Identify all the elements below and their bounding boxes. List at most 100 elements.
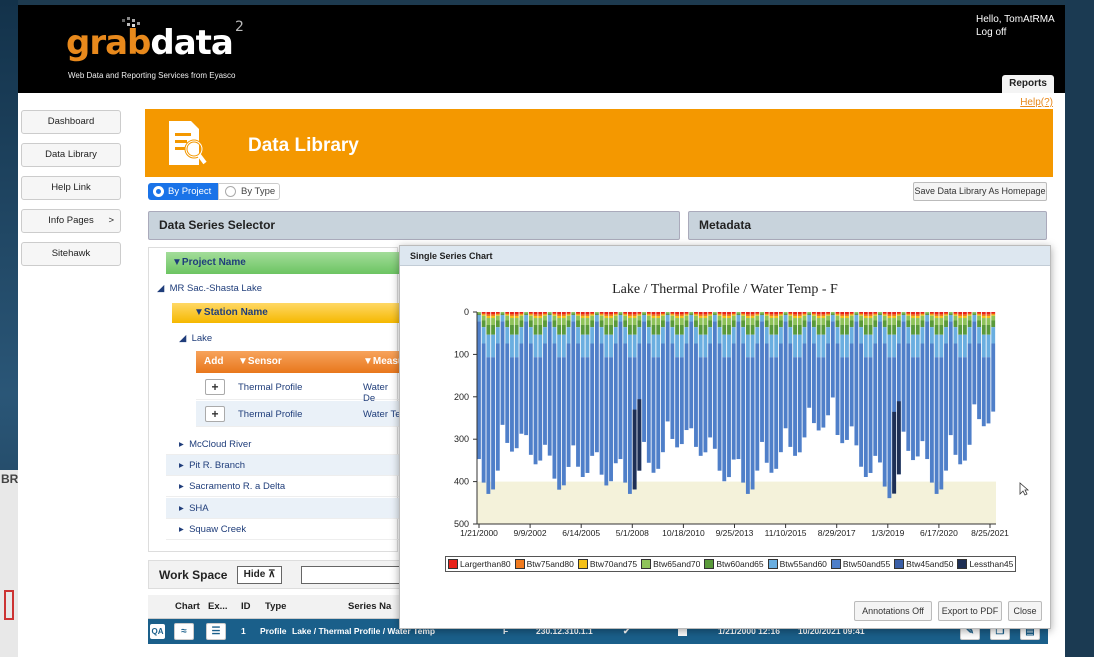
workspace-name-input[interactable]: [301, 566, 411, 584]
profile-layer: [679, 324, 684, 335]
filter-icon[interactable]: ▼: [363, 356, 373, 367]
profile-layer: [528, 315, 533, 321]
profile-layer: [778, 314, 783, 316]
profile-layer: [670, 327, 675, 344]
profile-layer: [670, 315, 675, 321]
profile-layer: [694, 313, 698, 315]
by-project-radio[interactable]: By Project: [148, 183, 218, 200]
reports-tab[interactable]: Reports: [1002, 75, 1054, 93]
hide-workspace-button[interactable]: Hide ⊼: [237, 566, 282, 584]
project-name-column-header[interactable]: ▼Project Name: [166, 252, 401, 274]
annotations-off-button[interactable]: Annotations Off: [854, 601, 932, 621]
legend-label: Btw65and70: [653, 559, 701, 569]
station-row[interactable]: ▸ Pit R. Branch: [166, 455, 401, 476]
add-series-button[interactable]: +: [205, 379, 225, 395]
filter-icon[interactable]: ▼: [172, 257, 182, 268]
profile-layer: [576, 320, 580, 328]
station-row[interactable]: ▸ McCloud River: [166, 434, 401, 455]
profile-layer: [576, 327, 580, 344]
thermal-profile-chart: 01002003004005001/21/2000 9/9/2002 6/14/20…: [454, 307, 1009, 538]
add-series-button[interactable]: +: [205, 406, 225, 422]
profile-layer: [486, 318, 491, 325]
profile-layer: [845, 324, 849, 335]
qa-badge[interactable]: QA: [150, 624, 165, 639]
profile-layer: [571, 321, 576, 446]
profile-layer: [557, 314, 562, 317]
profile-layer: [981, 314, 986, 317]
profile-layer: [491, 334, 496, 358]
sidebar-item-dashboard[interactable]: Dashboard: [21, 110, 121, 134]
list-icon[interactable]: ☰: [206, 623, 226, 640]
profile-layer: [519, 320, 524, 328]
profile-layer: [514, 316, 519, 319]
grabdata-logo[interactable]: grabdata 2: [66, 19, 244, 63]
profile-layer: [873, 327, 878, 344]
id-column-header[interactable]: ID: [241, 601, 251, 612]
logoff-link[interactable]: Log off: [976, 26, 1055, 39]
station-row[interactable]: ▸ SHA: [166, 498, 401, 519]
series-name-column-header[interactable]: Series Na: [348, 601, 391, 612]
profile-layer: [533, 324, 538, 335]
profile-layer: [835, 314, 840, 316]
legend-item[interactable]: Btw45and50: [892, 557, 955, 571]
profile-layer: [571, 313, 576, 315]
profile-layer: [599, 343, 604, 475]
profile-layer: [609, 357, 613, 482]
export-column-header[interactable]: Ex...: [208, 601, 228, 612]
chart-icon[interactable]: ≈: [174, 623, 194, 640]
profile-layer: [491, 314, 496, 317]
filter-icon[interactable]: ▼: [194, 307, 204, 318]
legend-item[interactable]: Btw75and80: [513, 557, 576, 571]
export-pdf-button[interactable]: Export to PDF: [938, 601, 1002, 621]
station-row-lake[interactable]: ◢ Lake: [179, 333, 212, 344]
legend-item[interactable]: Btw65and70: [639, 557, 702, 571]
legend-item[interactable]: Lessthan45: [955, 557, 1015, 571]
profile-layer: [750, 316, 755, 319]
station-row[interactable]: ▸ Squaw Creek: [166, 519, 401, 540]
profile-layer: [576, 313, 580, 315]
legend-item[interactable]: Btw60and65: [702, 557, 765, 571]
profile-layer: [882, 320, 887, 328]
sidebar-item-data-library[interactable]: Data Library: [21, 143, 121, 167]
measure-column-header[interactable]: ▼Measu: [363, 351, 404, 373]
profile-layer: [557, 316, 562, 319]
sensor-column-header[interactable]: ▼Sensor: [238, 351, 282, 373]
profile-layer: [816, 318, 821, 325]
profile-layer: [797, 318, 802, 325]
profile-layer: [495, 327, 500, 344]
legend-item[interactable]: Btw55and60: [766, 557, 829, 571]
station-row[interactable]: ▸ Sacramento R. a Delta: [166, 476, 401, 497]
profile-layer: [557, 312, 562, 315]
profile-layer: [505, 315, 510, 321]
project-row[interactable]: ◢ MR Sac.-Shasta Lake: [157, 283, 262, 294]
profile-layer: [906, 313, 911, 315]
profile-layer: [712, 313, 717, 315]
profile-layer: [849, 320, 854, 328]
station-name-column-header[interactable]: ▼Station Name: [172, 303, 402, 323]
profile-layer: [533, 314, 538, 317]
legend-item[interactable]: Btw70and75: [576, 557, 639, 571]
chart-column-header[interactable]: Chart: [175, 601, 200, 612]
legend-item[interactable]: Largerthan80: [446, 557, 513, 571]
profile-layer: [764, 343, 769, 463]
profile-layer: [920, 312, 925, 314]
collapse-icon[interactable]: ◢: [157, 283, 164, 294]
save-as-homepage-button[interactable]: Save Data Library As Homepage: [913, 182, 1047, 201]
profile-layer: [675, 312, 680, 315]
sensor-name: Thermal Profile: [238, 409, 303, 420]
close-button[interactable]: Close: [1008, 601, 1042, 621]
collapse-icon[interactable]: ◢: [179, 333, 186, 344]
by-type-radio[interactable]: By Type: [218, 183, 280, 200]
help-link[interactable]: Help(?): [1020, 97, 1053, 108]
legend-item[interactable]: Btw50and55: [829, 557, 892, 571]
profile-layer: [906, 320, 911, 328]
profile-layer: [561, 357, 566, 486]
profile-layer: [580, 324, 585, 335]
sidebar-item-sitehawk[interactable]: Sitehawk: [21, 242, 121, 266]
sidebar-item-help-link[interactable]: Help Link: [21, 176, 121, 200]
sidebar-item-info-pages[interactable]: Info Pages >: [21, 209, 121, 233]
profile-layer: [722, 334, 727, 358]
type-column-header[interactable]: Type: [265, 601, 286, 612]
filter-icon[interactable]: ▼: [238, 356, 248, 367]
profile-layer: [892, 334, 897, 358]
